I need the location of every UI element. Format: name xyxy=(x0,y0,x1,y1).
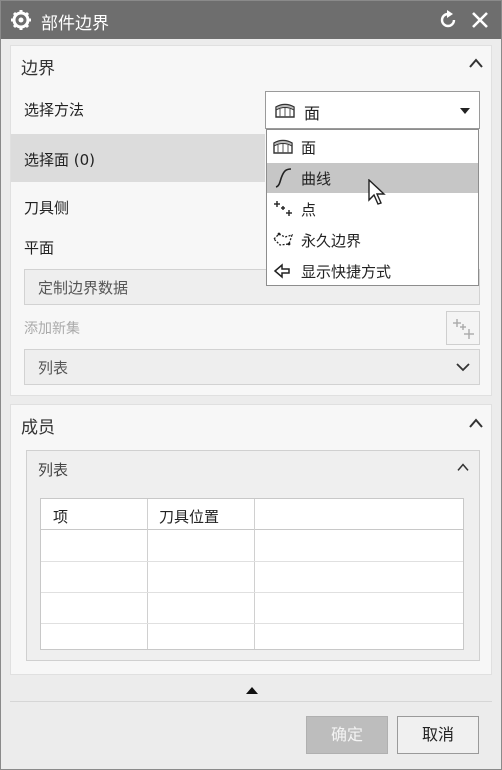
dropdown-item-label: 显示快捷方式 xyxy=(301,263,392,281)
list-label: 列表 xyxy=(38,359,69,377)
reset-icon[interactable] xyxy=(437,9,459,31)
select-method-select[interactable]: 面 xyxy=(265,91,480,129)
dropdown-item-label: 曲线 xyxy=(301,170,332,188)
table-header xyxy=(41,499,463,530)
dropdown-item-label: 面 xyxy=(301,139,317,157)
chevron-down-icon xyxy=(456,363,470,372)
row-divider xyxy=(41,561,463,562)
collapse-members-icon[interactable] xyxy=(468,417,484,429)
row-divider xyxy=(41,623,463,624)
points-icon xyxy=(274,201,292,216)
mouse-cursor-icon xyxy=(368,179,386,205)
close-icon[interactable] xyxy=(469,9,491,31)
dropdown-item-face[interactable]: 面 xyxy=(267,132,478,162)
members-list-title[interactable]: 列表 xyxy=(38,459,68,480)
custom-boundary-data-label: 定制边界数据 xyxy=(38,279,129,297)
title-bar: 部件边界 xyxy=(1,1,501,39)
select-method-value: 面 xyxy=(304,104,321,123)
column-divider xyxy=(254,499,255,649)
select-face-label: 选择面 (0) xyxy=(24,151,96,169)
column-header-tool-position[interactable]: 刀具位置 xyxy=(159,506,219,527)
caret-down-icon xyxy=(460,108,470,114)
cancel-button[interactable]: 取消 xyxy=(397,716,479,754)
face-icon xyxy=(273,139,293,154)
collapse-boundary-icon[interactable] xyxy=(468,57,484,69)
dialog-title: 部件边界 xyxy=(41,14,109,34)
select-method-dropdown: 面 曲线 点 永久边界 显示快捷方式 xyxy=(266,129,479,286)
dropdown-item-permanent-boundary[interactable]: 永久边界 xyxy=(267,225,478,255)
ok-button[interactable]: 确定 xyxy=(306,716,388,754)
gear-icon xyxy=(11,10,31,30)
collapse-list-icon[interactable] xyxy=(456,462,470,472)
expand-up-icon[interactable] xyxy=(245,685,259,695)
tool-side-label: 刀具侧 xyxy=(24,199,70,217)
more-options-divider xyxy=(10,701,492,702)
select-method-label: 选择方法 xyxy=(24,101,85,119)
dropdown-item-label: 永久边界 xyxy=(301,232,362,250)
permanent-boundary-icon xyxy=(273,232,294,246)
list-row[interactable]: 列表 xyxy=(24,349,480,385)
dropdown-item-show-shortcuts[interactable]: 显示快捷方式 xyxy=(267,256,478,286)
add-new-set-button[interactable] xyxy=(446,311,480,345)
add-set-icon xyxy=(453,319,474,339)
face-icon xyxy=(275,103,295,118)
dropdown-item-label: 点 xyxy=(301,201,317,219)
plane-label: 平面 xyxy=(24,239,55,257)
add-new-set-label: 添加新集 xyxy=(24,321,80,337)
members-table[interactable]: 项 刀具位置 xyxy=(40,498,464,650)
boundary-section-title[interactable]: 边界 xyxy=(21,54,55,79)
column-header-item[interactable]: 项 xyxy=(53,506,68,527)
column-divider xyxy=(147,499,148,649)
members-section-title[interactable]: 成员 xyxy=(21,413,55,438)
row-divider xyxy=(41,592,463,593)
curve-icon xyxy=(275,168,292,188)
shortcut-icon xyxy=(273,263,290,279)
part-boundary-dialog: 部件边界 边界 选择方法 面 选择面 (0) 刀具侧 平面 定制边界数据 添加新… xyxy=(0,0,502,770)
